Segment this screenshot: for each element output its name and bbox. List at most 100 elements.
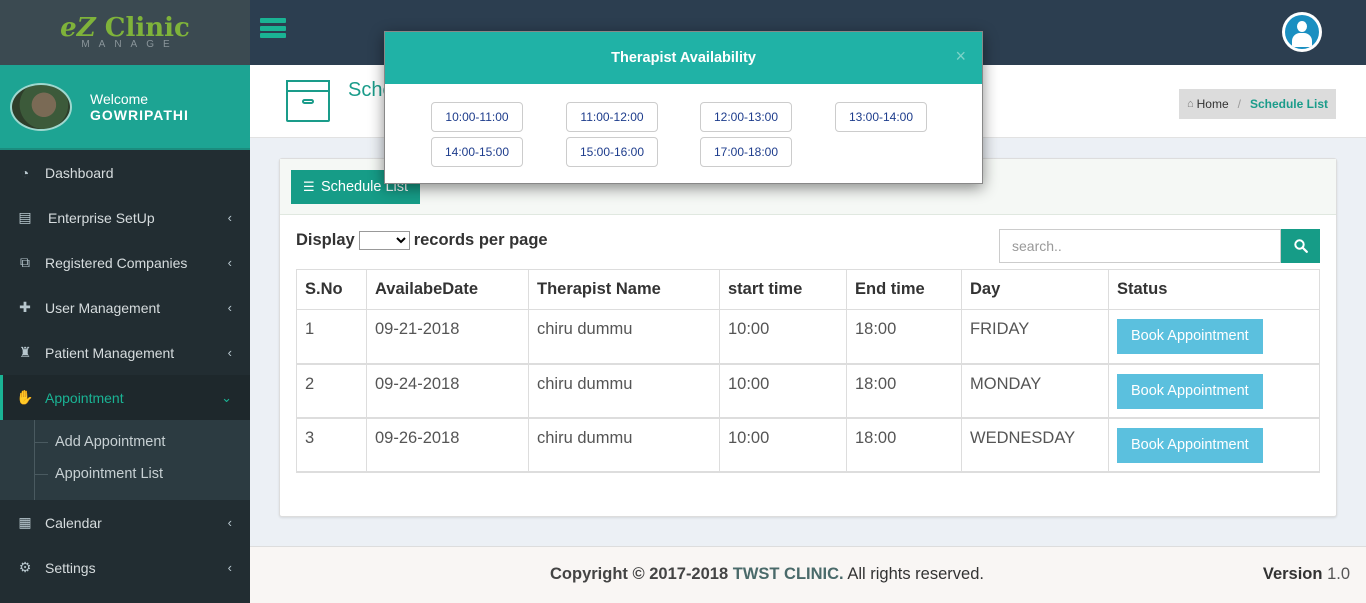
handshake-icon: ✋ [16,389,34,405]
welcome-text: Welcome [90,90,149,107]
user-panel: Welcome GOWRIPATHI [0,65,250,150]
close-icon[interactable]: × [955,46,966,67]
table-header-row: S.No AvailabeDate Therapist Name start t… [296,269,1320,310]
book-appointment-button[interactable]: Book Appointment [1117,427,1263,463]
sidebar-item-settings[interactable]: ⚙ Settings ‹ [0,545,250,590]
sidebar-item-user-management[interactable]: ✚ User Management ‹ [0,285,250,330]
clipboard-icon: ▤ [18,209,32,225]
chevron-left-icon: ‹ [227,300,232,315]
sidebar-item-enterprise-setup[interactable]: ▤ Enterprise SetUp ‹ [0,195,250,240]
book-appointment-button[interactable]: Book Appointment [1117,319,1263,354]
cell-therapist: chiru dummu [528,309,720,364]
gear-icon: ⚙ [18,559,32,575]
schedule-panel: ☰ Schedule List Display records per page… [279,158,1337,517]
calendar-icon: ▦ [18,514,32,530]
copyright-text: Copyright © 2017-2018 TWST CLINIC. All r… [550,565,984,583]
cell-start: 10:00 [719,309,847,364]
sidebar-item-dashboard[interactable]: ◔ Dashboard [0,150,250,195]
column-header: Therapist Name [528,269,720,310]
cell-sno: 1 [296,309,367,364]
records-label: records per page [413,231,548,249]
version-text: Version 1.0 [1262,565,1350,583]
time-slot-button[interactable]: 14:00-15:00 [431,137,523,167]
appointment-submenu: Add Appointment Appointment List [0,420,250,500]
cell-status: Book Appointment [1108,417,1320,472]
sidebar-item-registered-companies[interactable]: ⧉ Registered Companies ‹ [0,240,250,285]
sidebar-item-label: Enterprise SetUp [48,209,155,226]
chevron-left-icon: ‹ [227,210,232,225]
sidebar-item-label: Settings [45,559,96,576]
chevron-left-icon: ‹ [227,255,232,270]
sidebar-item-calendar[interactable]: ▦ Calendar ‹ [0,500,250,545]
column-header: AvailabeDate [366,269,529,310]
logo-subtitle: MANAGE [81,38,179,50]
time-slot-button[interactable]: 12:00-13:00 [700,102,792,132]
sidebar-item-label: Dashboard [45,164,114,181]
cell-status: Book Appointment [1108,309,1320,364]
breadcrumb: ⌂ Home / Schedule List [1178,89,1336,119]
search-icon [1293,239,1308,253]
time-slot-button[interactable]: 11:00-12:00 [566,102,658,132]
cell-status: Book Appointment [1108,363,1320,418]
table-row: 2 09-24-2018 chiru dummu 10:00 18:00 MON… [296,363,1320,418]
search-input[interactable] [999,229,1281,263]
sidebar-subitem-add-appointment[interactable]: Add Appointment [0,426,250,458]
logo[interactable]: eZ Clinic MANAGE [0,0,250,65]
sidebar-item-label: User Management [45,299,161,316]
chevron-left-icon: ‹ [227,345,232,360]
cell-date: 09-24-2018 [366,363,529,418]
chevron-left-icon: ‹ [227,560,232,575]
home-icon: ⌂ [1186,98,1194,110]
cell-day: WEDNESDAY [961,417,1109,472]
brand-link[interactable]: TWST CLINIC. [733,565,844,583]
cell-end: 18:00 [846,417,962,472]
column-header: S.No [296,269,367,310]
time-slot-button[interactable]: 10:00-11:00 [431,102,523,132]
footer: Copyright © 2017-2018 TWST CLINIC. All r… [250,546,1366,603]
sidebar-item-patient-management[interactable]: ♜ Patient Management ‹ [0,330,250,375]
column-header: Day [961,269,1109,310]
patient-icon: ♜ [18,344,32,360]
list-icon: ☰ [303,179,315,194]
book-appointment-button[interactable]: Book Appointment [1117,373,1263,409]
sidebar-toggle-icon[interactable] [260,18,286,38]
records-per-page-select[interactable] [358,231,410,250]
chevron-down-icon: ⌄ [221,389,232,405]
search-button[interactable] [1281,229,1320,263]
cell-therapist: chiru dummu [528,363,720,418]
breadcrumb-home[interactable]: Home [1197,97,1229,111]
time-slot-button[interactable]: 13:00-14:00 [835,102,927,132]
sidebar-item-label: Patient Management [45,344,175,361]
breadcrumb-separator: / [1237,97,1241,111]
time-slot-button[interactable]: 17:00-18:00 [700,137,792,167]
time-slot-button[interactable]: 15:00-16:00 [566,137,658,167]
cell-therapist: chiru dummu [528,417,720,472]
dashboard-icon: ◔ [20,164,30,181]
logo-text: eZ Clinic [60,12,190,43]
sidebar-item-appointment[interactable]: ✋ Appointment ⌄ [0,375,250,420]
cell-day: MONDAY [961,363,1109,418]
sitemap-icon: ⧉ [20,254,30,270]
cell-start: 10:00 [719,363,847,418]
search-bar [999,229,1320,263]
cell-day: FRIDAY [961,309,1109,364]
schedule-table: S.No AvailabeDate Therapist Name start t… [296,269,1320,473]
username: GOWRIPATHI [90,106,189,123]
cell-start: 10:00 [719,417,847,472]
modal-header: Therapist Availability × [385,32,982,84]
table-row: 3 09-26-2018 chiru dummu 10:00 18:00 WED… [296,417,1320,472]
sidebar-item-label: Calendar [45,514,102,531]
sidebar-item-label: Registered Companies [45,254,188,271]
column-header: Status [1108,269,1320,310]
cell-end: 18:00 [846,309,962,364]
breadcrumb-current: Schedule List [1249,97,1328,111]
modal-title: Therapist Availability [611,50,756,66]
sidebar-menu: ◔ Dashboard ▤ Enterprise SetUp ‹ ⧉ Regis… [0,150,250,590]
column-header: End time [846,269,962,310]
sidebar: eZ Clinic MANAGE Welcome GOWRIPATHI ◔ Da… [0,0,250,603]
user-profile-icon[interactable] [1282,12,1322,52]
sidebar-subitem-appointment-list[interactable]: Appointment List [0,458,250,490]
user-plus-icon: ✚ [19,299,31,315]
cell-sno: 2 [296,363,367,418]
cell-date: 09-26-2018 [366,417,529,472]
